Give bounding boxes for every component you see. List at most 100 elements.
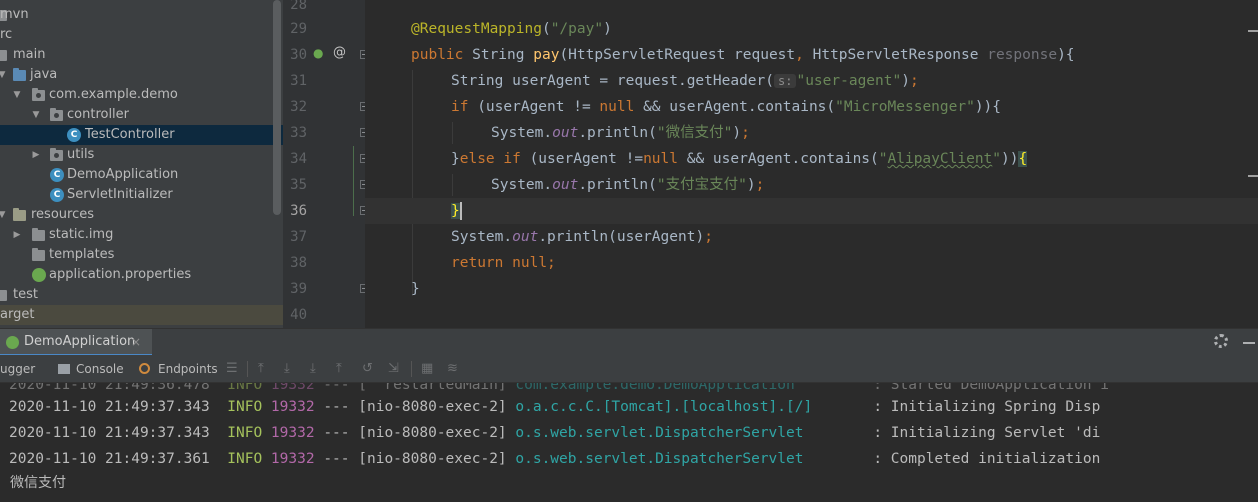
tree-item-target[interactable]: arget: [0, 305, 283, 325]
line-number: 37: [290, 229, 307, 245]
package-icon: [50, 108, 63, 121]
toolbar-divider: [247, 361, 248, 377]
tree-item-label: mvn: [0, 7, 29, 22]
tree-item-label: com.example.demo: [49, 87, 178, 102]
tab-endpoints[interactable]: Endpoints: [158, 355, 218, 383]
overrides-annotation-icon[interactable]: @: [333, 45, 346, 60]
folder-icon: [0, 290, 7, 301]
tree-scrollbar[interactable]: [273, 0, 281, 215]
tree-item-servletinitializer[interactable]: C ServletInitializer: [0, 185, 283, 205]
line-number: 34: [290, 151, 307, 167]
tree-item-controller[interactable]: ▼ controller: [0, 105, 283, 125]
console-output[interactable]: 2020-11-10 21:49:36.478 INFO 19332 --- […: [0, 383, 1258, 502]
project-tool-window: mvn rc main ▼ java ▼ com.example.demo ▼ …: [0, 0, 283, 328]
tree-item-label: ServletInitializer: [67, 187, 173, 202]
tree-item-demoapplication[interactable]: C DemoApplication: [0, 165, 283, 185]
package-icon: [32, 88, 45, 101]
evaluate-expression-icon[interactable]: ▦: [421, 355, 433, 383]
chevron-down-icon[interactable]: ▼: [12, 85, 22, 105]
matched-brace: {: [1018, 151, 1028, 167]
change-marker: [353, 146, 354, 216]
tree-item-resources[interactable]: ▼ resources: [0, 205, 283, 225]
drop-frame-icon[interactable]: ↺: [362, 355, 373, 383]
minimize-icon[interactable]: [1243, 342, 1255, 344]
folder-icon: [32, 228, 45, 241]
show-execution-point-icon[interactable]: ⤒: [258, 355, 264, 383]
typo-word: AlipayClient: [887, 151, 993, 167]
step-into-icon[interactable]: ⤓: [310, 355, 316, 383]
error-stripe-mark[interactable]: [1248, 30, 1258, 32]
line-number: 32: [290, 99, 307, 115]
error-stripe-mark[interactable]: [1248, 175, 1258, 177]
tree-item-src[interactable]: rc: [0, 25, 283, 45]
tree-item-label: templates: [49, 247, 115, 262]
tree-item-static-img[interactable]: ▶ static.img: [0, 225, 283, 245]
menu-icon[interactable]: ☰: [226, 355, 238, 383]
tree-item-label: java: [30, 67, 58, 82]
tree-item-label: utils: [67, 147, 95, 162]
log-line: 2020-11-10 21:49:37.343 INFO 19332 --- […: [9, 425, 1101, 441]
tree-item-label: TestController: [85, 127, 175, 142]
line-number: 35: [290, 177, 307, 193]
tree-item-label: rc: [0, 27, 13, 42]
tab-console[interactable]: Console: [76, 355, 124, 383]
spring-endpoint-icon[interactable]: ●: [313, 46, 323, 60]
package-icon: [50, 148, 63, 161]
tree-item-label: static.img: [49, 227, 114, 242]
code-line-37: System.out.println(userAgent);: [451, 229, 713, 245]
editor-gutter: 28 29 30 31 32 33 34 35 36 37 38 39 40 ●…: [283, 0, 389, 328]
close-icon[interactable]: ×: [131, 329, 141, 355]
run-tool-window-header: DemoApplication ×: [0, 328, 1258, 356]
tree-item-label: test: [13, 287, 38, 302]
gear-icon[interactable]: [1214, 334, 1228, 348]
tree-item-label: application.properties: [49, 267, 192, 282]
chevron-right-icon[interactable]: ▶: [12, 225, 22, 245]
run-tab-demoapplication[interactable]: DemoApplication ×: [0, 329, 152, 356]
tree-item-label: DemoApplication: [67, 167, 179, 182]
spring-boot-class-icon: C: [50, 168, 64, 182]
code-line-33: System.out.println("微信支付");: [491, 125, 750, 141]
tree-item-templates[interactable]: templates: [0, 245, 283, 265]
tree-item-testcontroller[interactable]: C TestController: [0, 125, 283, 145]
chevron-right-icon[interactable]: ▶: [31, 145, 41, 165]
chevron-down-icon[interactable]: ▼: [0, 205, 7, 225]
run-tab-label: DemoApplication: [24, 334, 136, 349]
text-caret: [459, 202, 462, 220]
tree-item-mvn[interactable]: mvn: [0, 5, 283, 25]
tree-item-label: main: [13, 47, 46, 62]
java-class-icon: C: [67, 128, 81, 142]
trace-icon[interactable]: ≋: [447, 355, 458, 383]
tree-item-label: resources: [31, 207, 95, 222]
console-icon: [58, 364, 70, 374]
matched-brace: }: [451, 203, 460, 219]
chevron-down-icon[interactable]: ▼: [31, 105, 41, 125]
spring-boot-run-icon: [6, 336, 19, 349]
code-line-39: }: [411, 281, 420, 297]
java-class-icon: C: [50, 188, 64, 202]
code-editor[interactable]: @RequestMapping("/pay") public String pa…: [365, 0, 1258, 328]
code-line-30: public String pay(HttpServletRequest req…: [411, 47, 1075, 63]
code-line-29: @RequestMapping("/pay"): [411, 21, 612, 37]
chevron-down-icon[interactable]: ▼: [0, 65, 7, 85]
line-number-current: 36: [290, 203, 307, 219]
line-number: 29: [290, 21, 307, 37]
line-number: 33: [290, 125, 307, 141]
step-out-icon[interactable]: ⤒: [336, 355, 342, 383]
tree-item-application-properties[interactable]: application.properties: [0, 265, 283, 285]
console-println-output: 微信支付: [10, 475, 66, 491]
tree-item-main[interactable]: main: [0, 45, 283, 65]
tree-item-java[interactable]: ▼ java: [0, 65, 283, 85]
line-number: 38: [290, 255, 307, 271]
tree-item-utils[interactable]: ▶ utils: [0, 145, 283, 165]
code-line-36: }: [365, 198, 1258, 224]
source-folder-icon: [13, 68, 26, 81]
endpoints-icon: [139, 363, 150, 374]
tree-item-label: arget: [0, 307, 35, 322]
tree-item-com-example-demo[interactable]: ▼ com.example.demo: [0, 85, 283, 105]
tab-debugger[interactable]: ugger: [0, 355, 35, 383]
step-over-icon[interactable]: ⤓: [284, 355, 290, 383]
parameter-hint: s:: [774, 74, 797, 88]
run-to-cursor-icon[interactable]: ⇲: [388, 355, 399, 383]
tree-item-test[interactable]: test: [0, 285, 283, 305]
resources-folder-icon: [13, 208, 26, 221]
